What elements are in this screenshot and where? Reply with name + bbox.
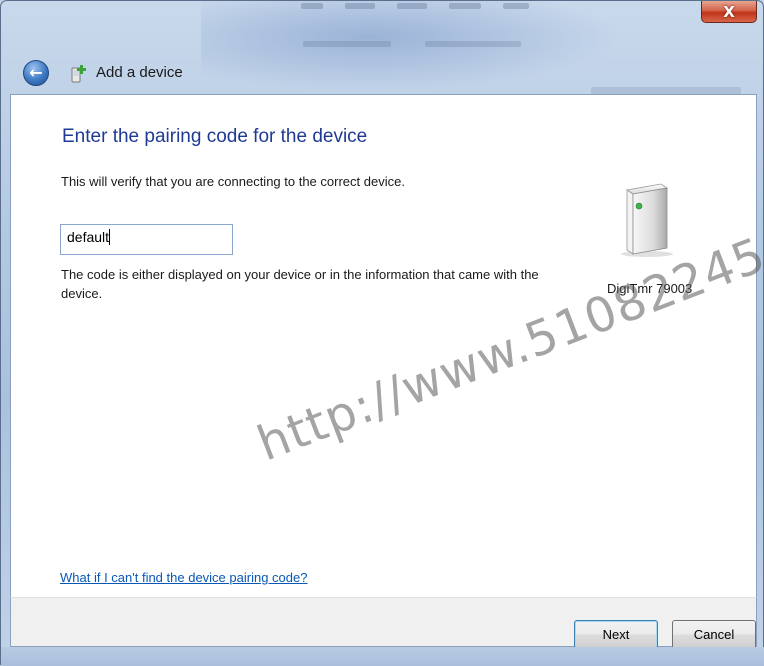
window-frame: X ← Add a device Enter the pairing code … — [0, 0, 764, 666]
window-bottom-border — [1, 647, 764, 666]
close-button[interactable]: X — [701, 1, 757, 23]
pairing-code-value: default — [67, 229, 110, 245]
back-arrow-icon: ← — [29, 63, 43, 82]
content-panel: Enter the pairing code for the device Th… — [10, 94, 757, 597]
add-device-icon — [71, 65, 86, 83]
navigation-bar: ← Add a device — [1, 53, 764, 93]
pairing-code-help-link[interactable]: What if I can't find the device pairing … — [60, 570, 307, 585]
page-description: This will verify that you are connecting… — [61, 174, 405, 189]
window-title: Add a device — [96, 64, 183, 81]
dialog-footer: Next Cancel — [10, 597, 757, 649]
text-caret — [109, 229, 111, 245]
cancel-button[interactable]: Cancel — [672, 620, 756, 649]
background-command-blur — [303, 41, 563, 51]
pairing-code-hint: The code is either displayed on your dev… — [61, 267, 539, 301]
device-tower-icon — [621, 183, 673, 257]
pairing-code-input[interactable]: default — [60, 224, 233, 255]
back-button[interactable]: ← — [23, 60, 49, 86]
close-icon: X — [723, 2, 735, 21]
next-button[interactable]: Next — [574, 620, 658, 649]
page-heading: Enter the pairing code for the device — [62, 126, 368, 147]
background-menu-blur — [301, 3, 561, 15]
